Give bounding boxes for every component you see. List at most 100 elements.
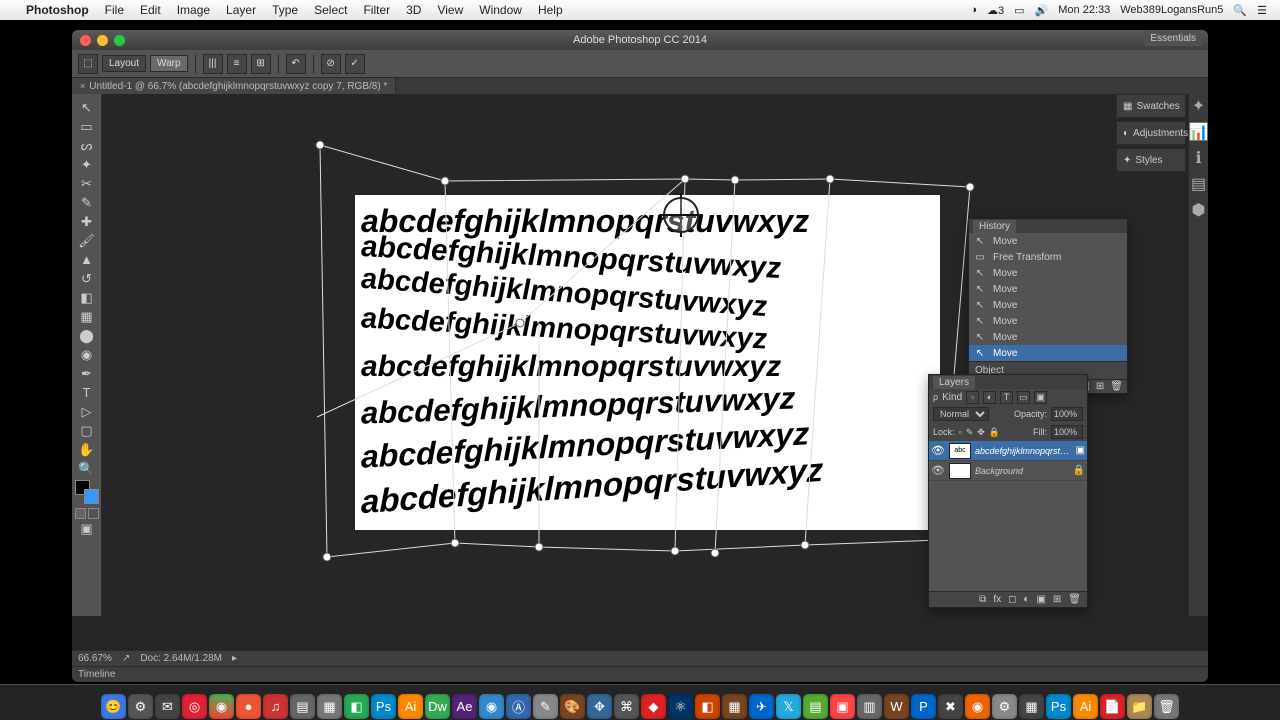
document-tab[interactable]: × Untitled-1 @ 66.7% (abcdefghijklmnopqr… [72,78,396,94]
opacity-input[interactable] [1051,407,1083,421]
status-clock[interactable]: Mon 22:33 [1053,4,1115,16]
dock-trash[interactable]: 🗑 [1154,694,1179,719]
fill-input[interactable] [1051,425,1083,439]
notification-icon[interactable]: ☰ [1252,4,1272,17]
delete-layer-icon[interactable]: 🗑 [1068,594,1081,605]
layer-fx-icon[interactable]: fx [993,594,1001,605]
close-tab-icon[interactable]: × [80,81,85,91]
status-user[interactable]: Web389LogansRun5 [1115,4,1228,16]
menu-3d[interactable]: 3D [398,3,429,17]
dock-dreamweaver[interactable]: Dw [425,694,450,719]
shape-tool[interactable]: ▢ [75,421,99,440]
dock-app[interactable]: ◉ [479,694,504,719]
link-layers-icon[interactable]: ⧉ [979,594,986,605]
history-item[interactable]: ↖Move [969,345,1127,361]
dock-app[interactable]: ▤ [290,694,315,719]
dock-app[interactable]: ▣ [830,694,855,719]
marquee-tool[interactable]: ▭ [75,117,99,136]
menu-help[interactable]: Help [530,3,571,17]
pen-tool[interactable]: ✒ [75,364,99,383]
dock-app[interactable]: 🎨 [560,694,585,719]
blur-tool[interactable]: ⬤ [75,326,99,345]
dock-app[interactable]: ✈ [749,694,774,719]
dock-app[interactable]: ▤ [803,694,828,719]
stamp-tool[interactable]: ▲ [75,250,99,269]
filter-shape-icon[interactable]: ▭ [1017,391,1030,404]
app-name-menu[interactable]: Photoshop [18,3,97,17]
zoom-readout[interactable]: 66.67% [78,653,112,664]
minimize-window-button[interactable] [97,35,108,46]
layout-mode-button[interactable]: Layout [102,55,146,72]
close-window-button[interactable] [80,35,91,46]
dock-twitter[interactable]: 𝕏 [776,694,801,719]
zoom-window-button[interactable] [114,35,125,46]
menu-filter[interactable]: Filter [355,3,398,17]
dock-illustrator[interactable]: Ai [398,694,423,719]
dock-photoshop[interactable]: Ps [371,694,396,719]
visibility-icon[interactable]: 👁 [931,444,945,457]
new-state-icon[interactable]: ⊞ [1096,381,1104,392]
cancel-transform-icon[interactable]: ⊘ [321,54,341,74]
quick-select-tool[interactable]: ✦ [75,155,99,174]
dock-app[interactable]: ♫ [263,694,288,719]
align-left-icon[interactable]: ||| [203,54,223,74]
dock-app[interactable]: ⌘ [614,694,639,719]
dock-histogram-icon[interactable]: 📊 [1191,124,1207,140]
mask-mode-toggle[interactable] [75,508,99,519]
layer-item[interactable]: 👁 abc abcdefghijklmnopqrstu... ▣ [929,441,1087,461]
dock-app[interactable]: ✉ [155,694,180,719]
visibility-icon[interactable]: 👁 [931,464,945,477]
history-item[interactable]: ↖Move [969,329,1127,345]
dock-3d-icon[interactable]: ⬢ [1191,202,1207,218]
menu-file[interactable]: File [97,3,132,17]
dock-app[interactable]: ● [236,694,261,719]
history-item[interactable]: ↖Move [969,265,1127,281]
dock-app[interactable]: W [884,694,909,719]
dock-app[interactable]: P [911,694,936,719]
dock-chrome[interactable]: ◉ [209,694,234,719]
dock-app[interactable]: ⚛ [668,694,693,719]
workspace-switcher[interactable]: Essentials [1144,31,1202,46]
crop-tool[interactable]: ✂ [75,174,99,193]
dock-app[interactable]: ▦ [317,694,342,719]
history-item[interactable]: ↖Move [969,281,1127,297]
lock-move-icon[interactable]: ✥ [977,427,985,438]
menu-image[interactable]: Image [169,3,218,17]
history-item[interactable]: ↖Move [969,297,1127,313]
eyedropper-tool[interactable]: ✎ [75,193,99,212]
dock-info-icon[interactable]: ℹ [1191,150,1207,166]
lock-transparent-icon[interactable]: ▫ [959,427,962,437]
timeline-panel-collapsed[interactable]: Timeline [72,666,1208,682]
status-sync-icon[interactable]: ◑ [965,4,982,16]
gradient-tool[interactable]: ▦ [75,307,99,326]
history-item[interactable]: ↖Move [969,233,1127,249]
commit-transform-icon[interactable]: ✓ [345,54,365,74]
lock-paint-icon[interactable]: ✎ [966,427,974,438]
dock-app[interactable]: ◧ [695,694,720,719]
history-item[interactable]: ▭Free Transform [969,249,1127,265]
filter-pixel-icon[interactable]: ▫ [966,391,979,404]
menu-layer[interactable]: Layer [218,3,264,17]
history-item[interactable]: ↖Move [969,313,1127,329]
brush-tool[interactable]: 🖌 [75,231,99,250]
dock-app[interactable]: ▦ [1019,694,1044,719]
dock-illustrator-doc[interactable]: Ai [1073,694,1098,719]
hand-tool[interactable]: ✋ [75,440,99,459]
screen-mode-tool[interactable]: ▣ [75,519,99,538]
export-icon[interactable]: ↗ [122,653,130,664]
filter-type-icon[interactable]: T [1000,391,1013,404]
dock-app[interactable]: ✖ [938,694,963,719]
dodge-tool[interactable]: ◉ [75,345,99,364]
menu-select[interactable]: Select [306,3,355,17]
menu-type[interactable]: Type [264,3,306,17]
align-grid-icon[interactable]: ⊞ [251,54,271,74]
dock-app[interactable]: ◧ [344,694,369,719]
align-center-icon[interactable]: ≡ [227,54,247,74]
dock-app[interactable]: ✥ [587,694,612,719]
type-tool[interactable]: T [75,383,99,402]
zoom-tool[interactable]: 🔍 [75,459,99,478]
status-cloud-icon[interactable]: ☁3 [982,4,1009,17]
doc-size-readout[interactable]: Doc: 2.64M/1.28M [140,653,222,664]
color-swatches[interactable] [75,480,99,504]
move-tool[interactable]: ↖ [75,98,99,117]
